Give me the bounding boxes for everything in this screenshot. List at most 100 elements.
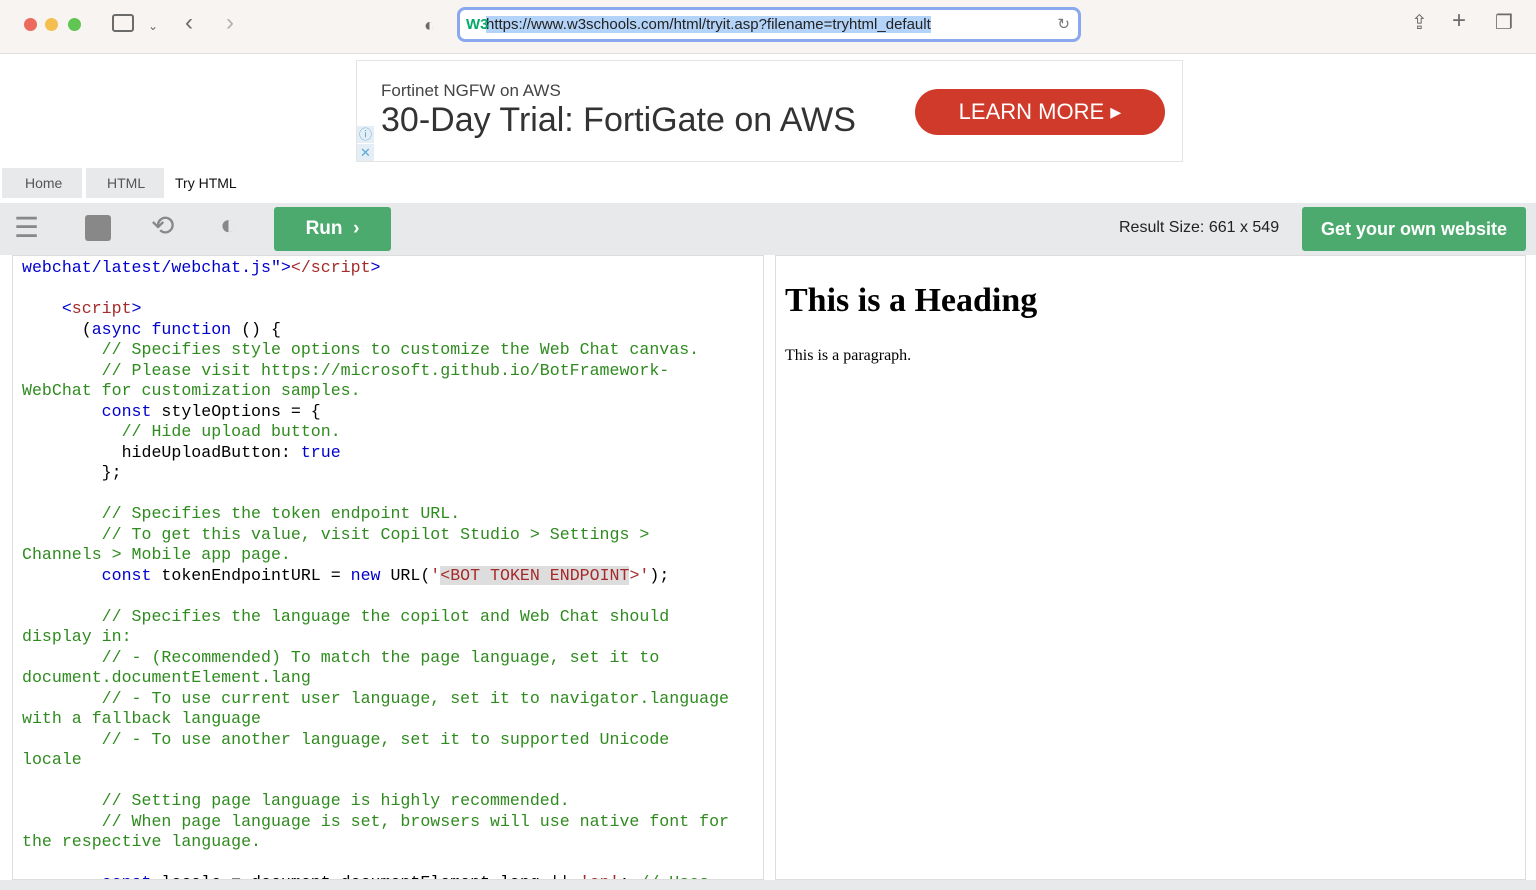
- site-favicon: W3: [466, 16, 489, 33]
- bottom-bar: [0, 880, 1536, 890]
- save-icon[interactable]: [85, 215, 111, 241]
- code-token-plain: () {: [231, 319, 281, 339]
- code-editor[interactable]: webchat/latest/webchat.js"></script> <sc…: [12, 255, 764, 880]
- rotate-layout-icon[interactable]: ⟲: [151, 209, 174, 242]
- code-token-plain: (: [22, 319, 92, 339]
- minimize-window-button[interactable]: [45, 18, 58, 31]
- code-line: locale: [22, 750, 729, 771]
- chevron-right-icon: ›: [353, 218, 360, 239]
- code-token-str: ': [430, 565, 441, 585]
- code-token-com: // Specifies the language the copilot an…: [22, 606, 670, 626]
- code-token-com: // Hide upload button.: [22, 422, 341, 441]
- code-content[interactable]: webchat/latest/webchat.js"></script> <sc…: [22, 258, 730, 879]
- code-token-com: // - To use current user language, set i…: [22, 688, 730, 708]
- menu-icon[interactable]: ☰: [14, 211, 39, 244]
- code-token-com: // When page language is set, browsers w…: [22, 811, 730, 831]
- code-token-hl: <BOT TOKEN ENDPOINT: [440, 565, 630, 585]
- code-line: // To get this value, visit Copilot Stud…: [22, 525, 729, 546]
- theme-contrast-icon[interactable]: ◐: [220, 209, 237, 241]
- code-token-kw: const: [22, 873, 152, 879]
- code-line: (async function () {: [22, 320, 729, 341]
- new-tab-icon[interactable]: +: [1452, 9, 1466, 33]
- code-token-kw: >: [131, 299, 142, 318]
- code-line: // Specifies the language the copilot an…: [22, 607, 729, 628]
- code-token-plain: };: [22, 463, 122, 482]
- code-token-plain: URL(: [380, 565, 431, 585]
- caret-right-icon: ▸: [1110, 99, 1122, 124]
- code-token-kw: >: [280, 258, 291, 277]
- ad-subtitle: Fortinet NGFW on AWS: [381, 81, 561, 100]
- code-line: };: [22, 463, 729, 484]
- share-icon[interactable]: ⇪: [1411, 13, 1428, 33]
- advertisement-banner[interactable]: Fortinet NGFW on AWS 30-Day Trial: Forti…: [356, 60, 1183, 162]
- sidebar-toggle-icon[interactable]: [112, 14, 134, 32]
- code-token-kw: <: [22, 299, 72, 318]
- code-token-kw: new: [350, 565, 381, 585]
- code-token-com: // Specifies the token endpoint URL.: [22, 504, 461, 523]
- code-token-tag: script: [71, 299, 132, 318]
- code-token-plain: ;: [620, 873, 640, 879]
- run-button[interactable]: Run ›: [274, 207, 391, 251]
- code-token-com: document.documentElement.lang: [22, 668, 311, 687]
- zoom-window-button[interactable]: [68, 18, 81, 31]
- code-line: webchat/latest/webchat.js"></script>: [22, 258, 729, 279]
- code-token-com: locale: [22, 750, 82, 769]
- result-paragraph: This is a paragraph.: [785, 347, 912, 364]
- code-token-plain: tokenEndpointURL =: [151, 565, 351, 585]
- url-text: https://www.w3schools.com/html/tryit.asp…: [486, 16, 931, 33]
- code-line: // Hide upload button.: [22, 422, 729, 443]
- code-token-com: // Specifies style options to customize …: [22, 340, 700, 359]
- code-token-kw: async function: [91, 319, 232, 339]
- browser-toolbar: ⌄ ‹ › ◐ W3 https://www.w3schools.com/htm…: [0, 0, 1536, 54]
- editor-toolbar: ☰ ⟲ ◐ Run › Result Size: 661 x 549 Get y…: [0, 203, 1536, 255]
- code-line: WebChat for customization samples.: [22, 381, 729, 402]
- code-token-plain: locale = document.documentElement.lang |…: [151, 873, 579, 879]
- code-token-plain: hideUploadButton:: [22, 442, 301, 462]
- code-token-com: // Setting page language is highly recom…: [22, 791, 570, 810]
- code-token-com: display in:: [22, 627, 132, 646]
- code-line: const tokenEndpointURL = new URL('<BOT T…: [22, 565, 729, 587]
- forward-button[interactable]: ›: [226, 11, 234, 35]
- get-own-website-button[interactable]: Get your own website: [1302, 207, 1526, 251]
- code-line: // - To use another language, set it to …: [22, 730, 729, 751]
- breadcrumb-home[interactable]: Home: [2, 168, 82, 198]
- code-line: // Please visit https://microsoft.github…: [22, 361, 729, 382]
- code-token-str: 'en': [580, 873, 620, 879]
- privacy-shield-icon[interactable]: ◐: [424, 15, 435, 35]
- result-heading: This is a Heading: [785, 282, 1038, 319]
- code-token-com: with a fallback language: [22, 709, 261, 728]
- learn-more-label: LEARN MORE: [958, 99, 1105, 124]
- close-window-button[interactable]: [24, 18, 37, 31]
- code-line: with a fallback language: [22, 709, 729, 730]
- run-label: Run: [305, 218, 343, 239]
- code-token-com: Channels > Mobile app page.: [22, 545, 291, 564]
- code-token-com: the respective language.: [22, 832, 261, 851]
- code-token-str: >': [629, 565, 650, 585]
- code-token-tag: </script: [290, 258, 371, 277]
- tabs-overview-icon[interactable]: ❐: [1495, 13, 1513, 33]
- chevron-down-icon[interactable]: ⌄: [148, 16, 158, 36]
- learn-more-button[interactable]: LEARN MORE ▸: [915, 89, 1165, 135]
- back-button[interactable]: ‹: [185, 11, 193, 35]
- code-token-kw: >: [370, 258, 381, 277]
- code-token-plain: styleOptions = {: [151, 401, 321, 421]
- code-line: // - To use current user language, set i…: [22, 689, 729, 710]
- code-token-com: // To get this value, visit Copilot Stud…: [22, 524, 650, 544]
- code-line: const styleOptions = {: [22, 402, 729, 423]
- result-frame: This is a Heading This is a paragraph.: [775, 255, 1526, 880]
- result-size: Result Size: 661 x 549: [1119, 219, 1280, 236]
- code-line: the respective language.: [22, 832, 729, 853]
- ad-close-icon[interactable]: ✕: [357, 144, 374, 161]
- breadcrumb-current: Try HTML: [175, 175, 237, 191]
- address-bar[interactable]: W3 https://www.w3schools.com/html/tryit.…: [457, 7, 1081, 42]
- code-token-com: // - (Recommended) To match the page lan…: [22, 647, 660, 667]
- code-token-com: // Please visit https://microsoft.github…: [22, 360, 670, 380]
- reload-icon[interactable]: ↻: [1057, 10, 1070, 39]
- ad-info-icon[interactable]: ⓘ: [357, 126, 374, 143]
- breadcrumb-html[interactable]: HTML: [86, 168, 164, 198]
